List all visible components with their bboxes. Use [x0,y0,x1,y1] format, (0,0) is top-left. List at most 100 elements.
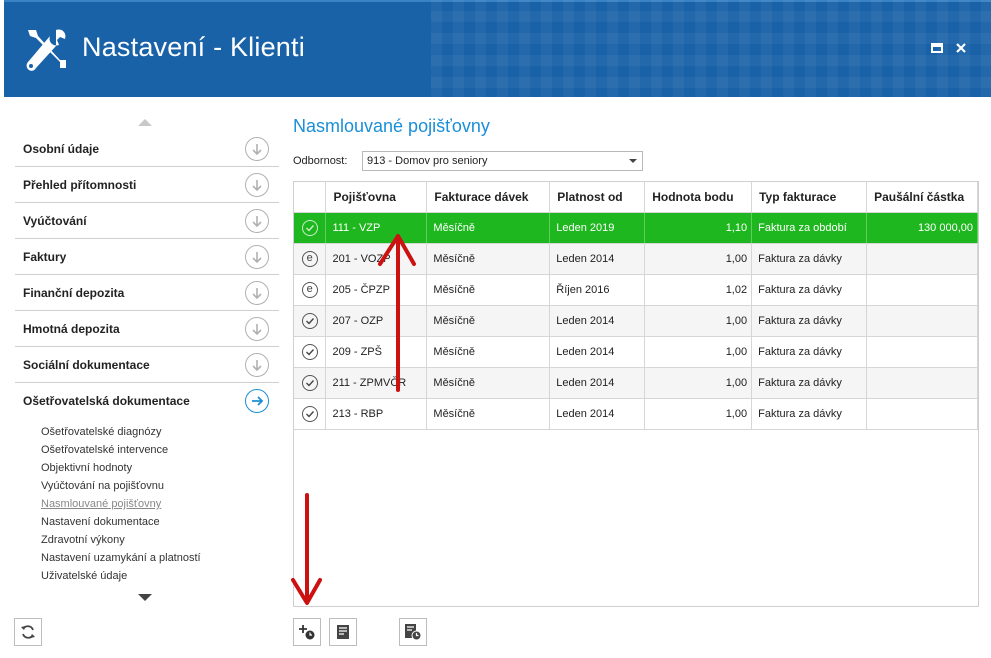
table-cell-fakturace: Měsíčně [426,243,551,275]
e-circle-icon: e [301,281,318,298]
column-header[interactable]: Hodnota bodu [644,182,753,213]
arrow-down-circle-icon[interactable] [245,353,269,377]
table-cell-fakturace: Měsíčně [426,398,551,430]
arrow-down-circle-icon[interactable] [245,245,269,269]
column-header[interactable]: Platnost od [549,182,646,213]
table-cell-pausal [866,336,978,368]
sidebar-section[interactable]: Finanční depozita [15,275,279,311]
table-cell-pojistovna: 205 - ČPZP [325,274,428,306]
table-cell-pojistovna: 213 - RBP [325,398,428,430]
scroll-down-icon[interactable] [138,594,152,601]
detail-button[interactable] [329,618,357,646]
table-cell-typ: Faktura za dávky [751,398,868,430]
table-cell-pojistovna: 211 - ZPMVČR [325,367,428,399]
title-bar: Nastavení - Klienti [4,0,991,97]
arrow-down-circle-icon[interactable] [245,137,269,161]
arrow-right-circle-icon[interactable] [245,389,269,413]
table-cell-hodnota: 1,02 [644,274,753,306]
table-cell-typ: Faktura za dávky [751,367,868,399]
table-cell-hodnota: 1,00 [644,398,753,430]
document-icon [337,625,349,639]
table-row[interactable]: 213 - RBP Měsíčně Leden 2014 1,00 Faktura za… [294,398,978,430]
table-row[interactable]: 111 - VZP Měsíčně Leden 2019 1,10 Faktura za… [294,212,978,244]
table-header-row: Pojišťovna Fakturace dávek Platnost od H… [294,182,978,213]
check-circle-icon [301,374,318,391]
refresh-icon [21,625,35,639]
sidebar-section-label: Hmotná depozita [23,322,120,336]
refresh-button[interactable] [14,618,42,646]
sidebar-section-label: Osobní údaje [23,142,100,156]
close-icon[interactable] [954,41,968,55]
row-status-cell [294,305,327,337]
table-cell-platnost: Říjen 2016 [549,274,646,306]
history-button[interactable] [399,618,427,646]
sidebar-section[interactable]: Sociální dokumentace [15,347,279,383]
sidebar-subitem[interactable]: Nasmlouvané pojišťovny [41,497,201,515]
table-cell-typ: Faktura za dávky [751,274,868,306]
arrow-down-circle-icon[interactable] [245,317,269,341]
table-cell-pausal [866,398,978,430]
table-cell-pojistovna: 201 - VOZP [325,243,428,275]
table-cell-typ: Faktura za dávky [751,243,868,275]
check-circle-icon [301,312,318,329]
arrow-down-circle-icon[interactable] [245,173,269,197]
sidebar-subitem[interactable]: Uživatelské údaje [41,569,201,587]
check-circle-icon [301,343,318,360]
sidebar-section[interactable]: Ošetřovatelská dokumentace [15,383,279,419]
arrow-down-circle-icon[interactable] [245,209,269,233]
sidebar-section[interactable]: Faktury [15,239,279,275]
table-cell-pausal [866,305,978,337]
column-header[interactable]: Typ fakturace [751,182,868,213]
table-cell-fakturace: Měsíčně [426,305,551,337]
check-circle-icon [301,405,318,422]
table-cell-platnost: Leden 2014 [549,398,646,430]
sidebar-section-label: Finanční depozita [23,286,125,300]
table-cell-fakturace: Měsíčně [426,274,551,306]
sidebar-section[interactable]: Osobní údaje [15,131,279,167]
table-cell-hodnota: 1,00 [644,367,753,399]
row-status-cell: e [294,274,327,306]
table-cell-platnost: Leden 2014 [549,367,646,399]
column-header[interactable]: Paušální částka [866,182,978,213]
sidebar-subitem[interactable]: Objektivní hodnoty [41,461,201,479]
table-cell-fakturace: Měsíčně [426,367,551,399]
table-row[interactable]: e 205 - ČPZP Měsíčně Říjen 2016 1,02 Faktura … [294,274,978,306]
e-circle-icon: e [301,250,318,267]
sidebar-section-label: Faktury [23,250,67,264]
table-cell-typ: Faktura za dávky [751,305,868,337]
odbornost-label: Odbornost: [293,155,348,167]
sidebar-section[interactable]: Vyúčtování [15,203,279,239]
table-cell-hodnota: 1,00 [644,336,753,368]
sidebar-section-label: Sociální dokumentace [23,358,150,372]
scroll-up-icon[interactable] [138,119,152,126]
sidebar-subitem[interactable]: Ošetřovatelské intervence [41,443,201,461]
table-row[interactable]: 211 - ZPMVČR Měsíčně Leden 2014 1,00 Faktura… [294,367,978,399]
sidebar-subitem[interactable]: Nastavení uzamykání a platností [41,551,201,569]
column-header[interactable]: Fakturace dávek [426,182,551,213]
sidebar-subitem[interactable]: Ošetřovatelské diagnózy [41,425,201,443]
table-row[interactable]: e 201 - VOZP Měsíčně Leden 2014 1,00 Faktura … [294,243,978,275]
maximize-icon[interactable] [930,41,944,55]
sidebar-subitem[interactable]: Vyúčtování na pojišťovnu [41,479,201,497]
row-status-cell [294,367,327,399]
row-status-cell [294,398,327,430]
table-cell-typ: Faktura za dávky [751,336,868,368]
table-row[interactable]: 209 - ZPŠ Měsíčně Leden 2014 1,00 Faktura za… [294,336,978,368]
sidebar-subitem[interactable]: Nastavení dokumentace [41,515,201,533]
sidebar-section[interactable]: Hmotná depozita [15,311,279,347]
check-circle-icon [301,219,318,236]
table-cell-pojistovna: 209 - ZPŠ [325,336,428,368]
table-cell-pausal [866,274,978,306]
add-insurance-button[interactable] [293,618,321,646]
add-clock-icon [299,625,315,640]
chevron-down-icon [629,159,637,163]
column-header[interactable]: Pojišťovna [325,182,428,213]
table-cell-hodnota: 1,00 [644,243,753,275]
table-row[interactable]: 207 - OZP Měsíčně Leden 2014 1,00 Faktura za… [294,305,978,337]
arrow-down-circle-icon[interactable] [245,281,269,305]
odbornost-select[interactable]: 913 - Domov pro seniory [362,151,643,171]
table-cell-platnost: Leden 2014 [549,305,646,337]
table-cell-platnost: Leden 2019 [549,212,646,244]
sidebar-section[interactable]: Přehled přítomnosti [15,167,279,203]
sidebar-subitem[interactable]: Zdravotní výkony [41,533,201,551]
